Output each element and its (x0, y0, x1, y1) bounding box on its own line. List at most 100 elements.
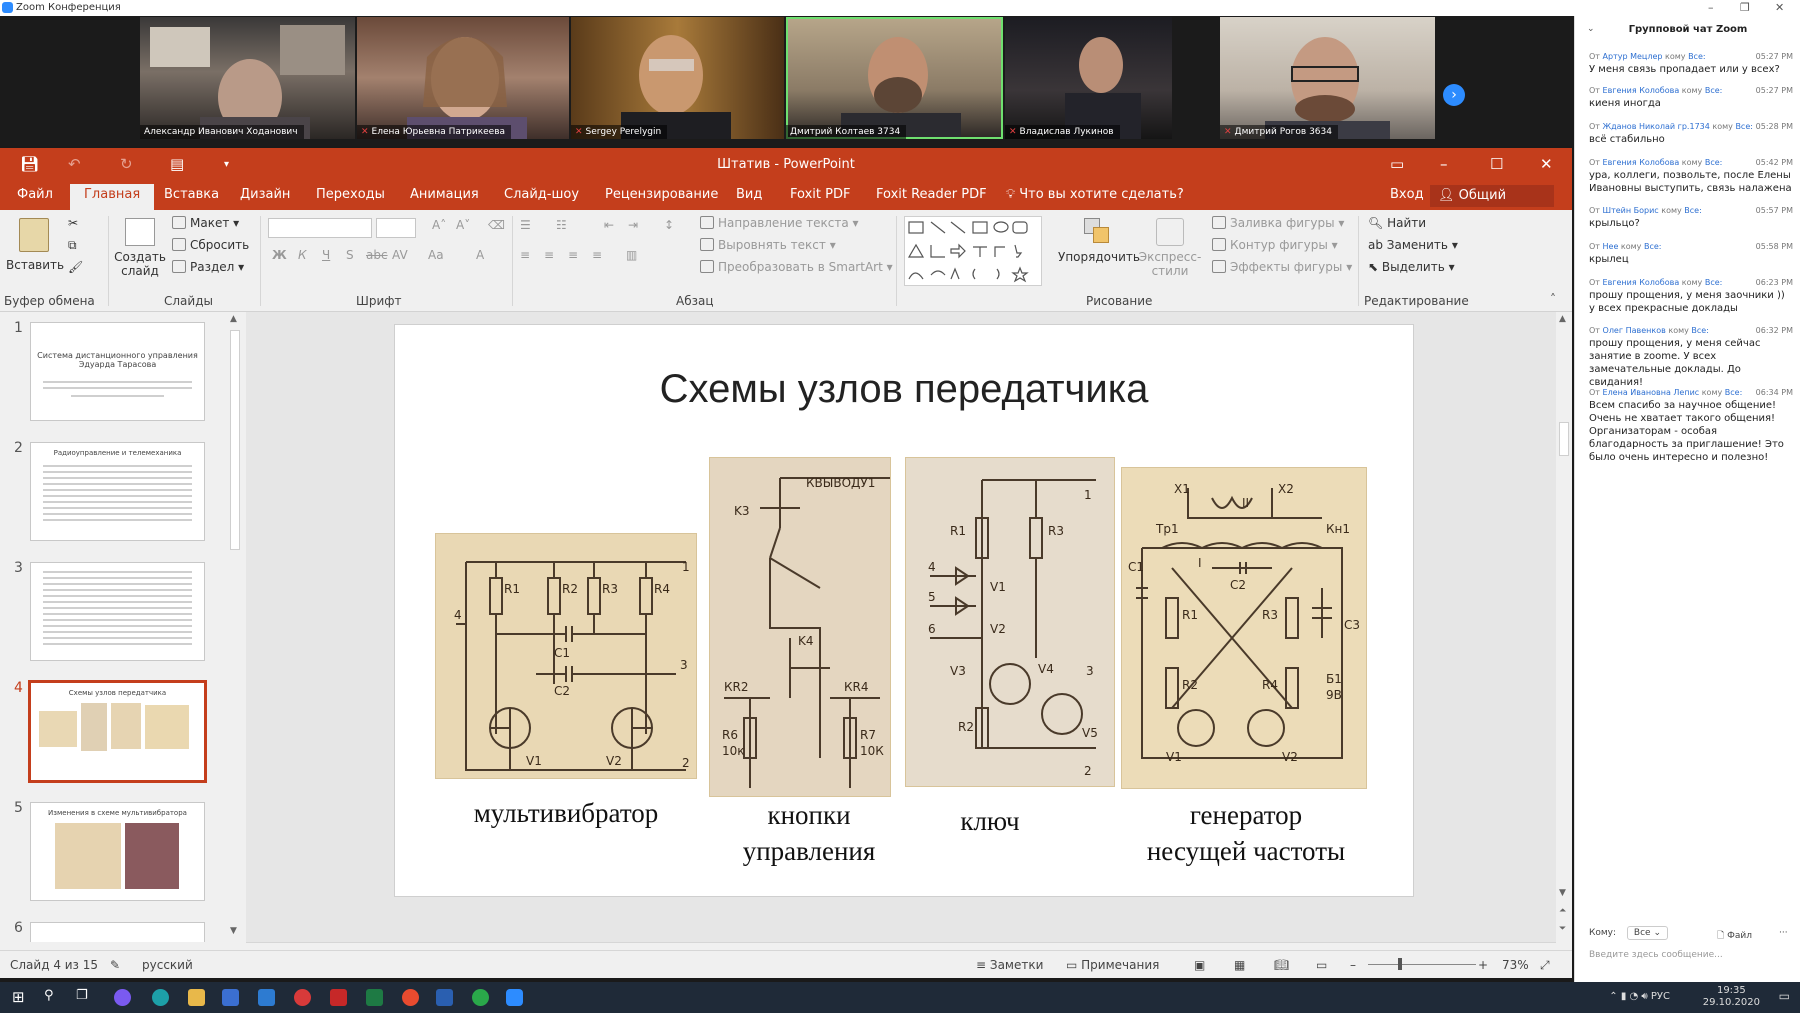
change-case-button[interactable]: Аа (428, 248, 444, 262)
edge-browser-icon[interactable] (152, 989, 169, 1006)
font-shrink-icon[interactable]: A˅ (456, 218, 470, 232)
justify-icon[interactable]: ≡ (592, 248, 602, 262)
clock-date[interactable]: 29.10.2020 (1703, 997, 1760, 1009)
minimize-icon[interactable]: – (1440, 155, 1448, 173)
file-button[interactable]: 🗋︎ Файл (1717, 928, 1752, 944)
text-direction-button[interactable]: Направление текста ▾ (700, 216, 859, 230)
slide-thumbnail[interactable]: Радиоуправление и телемеханика (30, 442, 205, 541)
slide-thumbnail[interactable]: Изменения в схеме мультивибратора (30, 802, 205, 901)
font-color-icon[interactable]: A (476, 248, 484, 262)
chat-recipient[interactable]: Все: (1705, 278, 1723, 287)
scroll-up-icon[interactable]: ▲ (230, 314, 237, 324)
columns-icon[interactable]: ▥ (626, 248, 637, 262)
select-button[interactable]: ⬉ Выделить ▾ (1368, 260, 1455, 274)
caption-key[interactable]: ключ (935, 803, 1045, 839)
increase-indent-icon[interactable]: ⇥ (628, 218, 638, 232)
convert-smartart-button[interactable]: Преобразовать в SmartArt ▾ (700, 260, 893, 274)
shape-effects-button[interactable]: Эффекты фигуры ▾ (1212, 260, 1352, 274)
chat-sender[interactable]: Нее (1603, 242, 1619, 251)
section-button[interactable]: Раздел ▾ (172, 260, 244, 274)
key-schematic[interactable]: R1 R3 V1 V2 V3 V4 V5 R2 1 2 3 4 5 6 (905, 457, 1115, 787)
font-family-select[interactable] (268, 218, 372, 238)
scroll-down-icon[interactable]: ▼ (1559, 888, 1566, 898)
language-indicator[interactable]: русский (142, 958, 193, 972)
chat-recipient[interactable]: Все: (1691, 326, 1709, 335)
zoom-app-icon[interactable] (506, 989, 523, 1006)
share-button[interactable]: 👤︎ Общий доступ (1430, 185, 1554, 225)
tray-icons[interactable]: ⌃ ▮ ◔ 🔊︎ РУС (1609, 991, 1670, 1003)
video-tile[interactable]: ✕ Дмитрий Рогов 3634 (1220, 17, 1435, 139)
previous-slide-icon[interactable]: ⏶ (1559, 906, 1566, 916)
minimize-icon[interactable]: – (1708, 0, 1714, 16)
chat-message-input[interactable]: Введите здесь сообщение... (1589, 950, 1723, 960)
replace-button[interactable]: ab Заменить ▾ (1368, 238, 1458, 252)
format-painter-icon[interactable]: 🖌︎ (68, 260, 83, 274)
slide-title[interactable]: Схемы узлов передатчика (395, 367, 1413, 412)
slide-thumbnail[interactable]: Система дистанционного управления Эдуард… (30, 322, 205, 421)
slide-sorter-icon[interactable]: ▦ (1234, 958, 1245, 972)
more-options-icon[interactable]: ··· (1779, 928, 1788, 938)
font-size-select[interactable] (376, 218, 416, 238)
tab-file[interactable]: Файл (17, 187, 53, 202)
slide-thumbnail[interactable] (30, 922, 205, 942)
align-center-icon[interactable]: ≡ (544, 248, 554, 262)
reading-view-icon[interactable]: 📖︎ (1274, 958, 1289, 972)
tab-animations[interactable]: Анимация (410, 187, 479, 202)
video-tile[interactable]: ✕ Sergey Perelygin (571, 17, 784, 139)
tab-foxit-pdf[interactable]: Foxit PDF (790, 187, 850, 202)
zoom-in-icon[interactable]: + (1478, 958, 1488, 972)
clear-formatting-icon[interactable]: ⌫ (488, 218, 505, 232)
multivibrator-schematic[interactable]: R1 R2 R3 R4 C1 C2 V1 V2 1 2 3 4 (435, 533, 697, 779)
excel-icon[interactable] (366, 989, 383, 1006)
recipient-select[interactable]: Все ⌄ (1626, 926, 1668, 940)
input-language[interactable]: РУС (1651, 991, 1670, 1002)
slideshow-view-icon[interactable]: ▭ (1316, 958, 1327, 972)
chat-sender[interactable]: Артур Мецлер (1603, 52, 1663, 61)
control-buttons-schematic[interactable]: K3 КВЫВОДУ1 K4 КR2 КR4 R6 10к R7 10К (709, 457, 891, 797)
tab-insert[interactable]: Вставка (164, 187, 219, 202)
chat-recipient[interactable]: Все: (1735, 122, 1753, 131)
chat-recipient[interactable]: Все: (1725, 388, 1743, 397)
cut-icon[interactable]: ✂ (68, 216, 78, 230)
current-slide[interactable]: Схемы узлов передатчика R1 R2 R3 R4 C1 C… (394, 324, 1414, 897)
chat-sender[interactable]: Елена Ивановна Лепис (1603, 388, 1700, 397)
mail-app-icon[interactable] (258, 989, 275, 1006)
next-page-arrow-icon[interactable]: › (1443, 84, 1465, 106)
tab-review[interactable]: Рецензирование (605, 187, 718, 202)
restore-icon[interactable]: ❐ (1740, 0, 1750, 16)
file-explorer-icon[interactable] (188, 989, 205, 1006)
scrollbar-thumb[interactable] (1559, 422, 1569, 456)
zoom-slider-thumb[interactable] (1398, 958, 1402, 970)
chat-recipient[interactable]: Все: (1705, 158, 1723, 167)
chat-recipient[interactable]: Все: (1644, 242, 1662, 251)
close-icon[interactable]: ✕ (1540, 155, 1553, 173)
char-spacing-icon[interactable]: AV (392, 248, 408, 262)
tab-design[interactable]: Дизайн (240, 187, 290, 202)
shapes-gallery[interactable] (904, 216, 1042, 286)
layout-button[interactable]: Макет ▾ (172, 216, 239, 230)
caption-carrier-generator[interactable]: генератор несущей частоты (1111, 797, 1381, 869)
caption-control-buttons[interactable]: кнопки управления (689, 797, 929, 869)
shadow-button[interactable]: S (346, 248, 354, 262)
font-grow-icon[interactable]: A˄ (432, 218, 446, 232)
chat-recipient[interactable]: Все: (1688, 52, 1706, 61)
decrease-indent-icon[interactable]: ⇤ (604, 218, 614, 232)
chat-sender[interactable]: Евгения Колобова (1603, 86, 1680, 95)
notifications-icon[interactable]: ▭ (1779, 989, 1790, 1003)
reset-button[interactable]: Сбросить (172, 238, 249, 252)
chat-sender[interactable]: Евгения Колобова (1603, 158, 1680, 167)
notes-toggle[interactable]: ≡ Заметки (976, 958, 1043, 972)
shape-outline-button[interactable]: Контур фигуры ▾ (1212, 238, 1338, 252)
yandex-app-icon[interactable] (330, 989, 347, 1006)
slide-thumbnail[interactable] (30, 562, 205, 661)
find-button[interactable]: 🔍︎ Найти (1368, 216, 1426, 230)
chat-sender[interactable]: Жданов Николай гр.1734 (1603, 122, 1710, 131)
assistant-app-icon[interactable] (114, 989, 131, 1006)
underline-button[interactable]: Ч (322, 248, 330, 262)
chat-sender[interactable]: Олег Павенков (1603, 326, 1666, 335)
scroll-up-icon[interactable]: ▲ (1559, 314, 1566, 324)
tab-home[interactable]: Главная (70, 184, 155, 210)
search-icon[interactable]: ⚲ (44, 988, 54, 1003)
close-icon[interactable]: ✕ (1775, 0, 1784, 16)
bullets-icon[interactable]: ☰ (520, 218, 531, 232)
